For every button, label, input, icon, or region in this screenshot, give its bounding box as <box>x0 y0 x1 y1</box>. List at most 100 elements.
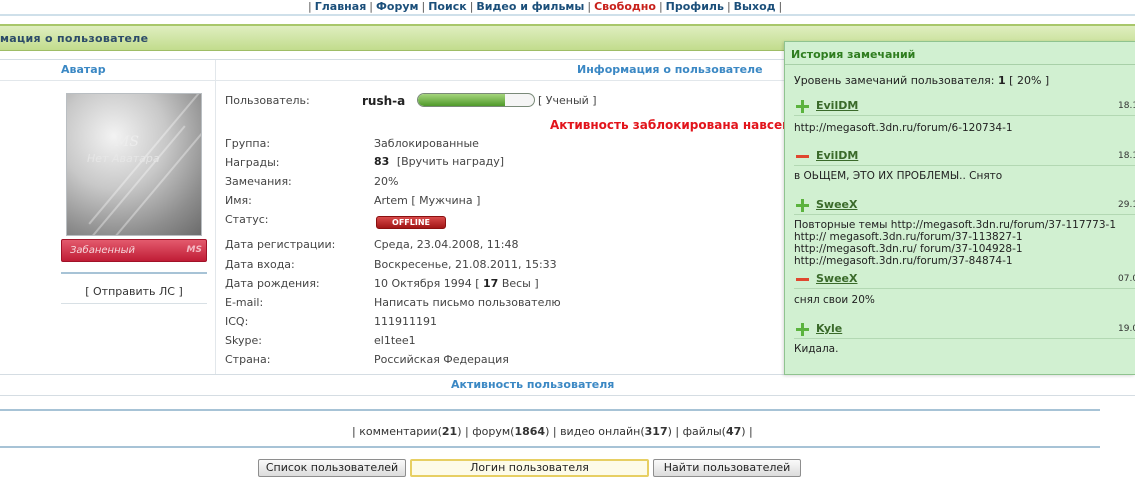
warnings-value[interactable]: 20% <box>374 175 398 188</box>
nav-logout[interactable]: Выход <box>734 0 776 13</box>
top-navigation: | Главная | Форум | Поиск | Видео и филь… <box>0 0 1135 16</box>
stat-video[interactable]: видео онлайн(317) <box>560 425 672 438</box>
nav-separator: | <box>778 0 783 13</box>
nav-profile[interactable]: Профиль <box>666 0 724 13</box>
avatar-column: Аватар MS Нет Аватара Забаненный MS [ От… <box>0 60 216 375</box>
warning-level-label: Уровень замечаний пользователя: <box>794 74 995 87</box>
warning-level: Уровень замечаний пользователя: 1 [ 20% … <box>794 74 1049 87</box>
warning-text: в ОЬЩЕМ, ЭТО ИХ ПРОБЛЕМЫ.. Снято <box>794 170 1003 182</box>
stat-files-count: 47 <box>725 425 742 438</box>
email-link[interactable]: Написать письмо пользователю <box>374 296 561 309</box>
birth-label: Дата рождения: <box>225 277 320 290</box>
find-users-button[interactable]: Найти пользователей <box>653 459 801 477</box>
birth-value: 10 Октября 1994 [ 17 Весы ] <box>374 277 539 290</box>
warning-entry: Kyle 19.06.201 <box>794 321 1135 339</box>
warning-entry: EvilDM 18.12.200 <box>794 98 1135 116</box>
avatar-decoration <box>108 105 201 235</box>
stat-forum-count: 1864 <box>514 425 546 438</box>
user-list-button[interactable]: Список пользователей <box>258 459 406 477</box>
minus-icon <box>796 155 809 158</box>
rank-progress-bar <box>417 93 535 107</box>
stat-files-label: файлы <box>682 425 722 438</box>
activity-bar <box>0 446 1100 448</box>
nav-search[interactable]: Поиск <box>428 0 466 13</box>
warning-text: Кидала. <box>794 343 839 355</box>
plus-icon <box>796 199 809 212</box>
awards-label: Награды: <box>225 156 280 169</box>
stat-separator: | <box>749 425 753 438</box>
registration-label: Дата регистрации: <box>225 238 336 251</box>
awards-count: 83 <box>374 155 390 168</box>
stat-separator: | <box>552 425 557 438</box>
warning-date: 07.06.201 <box>1118 274 1135 284</box>
popup-title: История замечаний <box>791 48 916 61</box>
stat-separator: | <box>352 425 356 438</box>
warning-entry: EvilDM 18.12.200 <box>794 148 1135 166</box>
group-label: Группа: <box>225 137 271 150</box>
rank-label: [ Ученый ] <box>538 94 597 107</box>
warning-entry: SweeX 07.06.201 <box>794 271 1135 289</box>
rank-progress-fill <box>418 94 505 106</box>
group-value: Заблокированные <box>374 137 479 150</box>
warning-date: 19.06.201 <box>1118 324 1135 334</box>
nav-free[interactable]: Свободно <box>594 0 656 13</box>
avatar-divider <box>61 272 207 274</box>
stat-forum[interactable]: форум(1864) <box>472 425 549 438</box>
give-award-link[interactable]: [Вручить награду] <box>397 155 504 168</box>
nav-video[interactable]: Видео и фильмы <box>476 0 584 13</box>
activity-heading: Активность пользователя <box>451 378 615 391</box>
warnings-history-popup: История замечаний Уровень замечаний поль… <box>784 41 1135 375</box>
warning-author[interactable]: SweeX <box>816 198 858 211</box>
birth-date: 10 Октября 1994 <box>374 277 472 290</box>
stat-separator: | <box>464 425 469 438</box>
nav-separator: | <box>726 0 731 13</box>
page-title: мация о пользователе <box>0 32 149 45</box>
warning-author[interactable]: SweeX <box>816 272 858 285</box>
login-label: Дата входа: <box>225 258 295 271</box>
nav-separator: | <box>658 0 663 13</box>
nav-separator: | <box>587 0 592 13</box>
nav-separator: | <box>369 0 373 13</box>
icq-value: 111911191 <box>374 315 437 328</box>
stat-video-count: 317 <box>644 425 668 438</box>
username-label: Пользователь: <box>225 94 310 107</box>
nav-separator: | <box>308 0 312 13</box>
warning-text: Повторные темы http://megasoft.3dn.ru/fo… <box>794 219 1117 267</box>
warning-author[interactable]: EvilDM <box>816 149 858 162</box>
activity-bar <box>0 409 1100 411</box>
age: 17 <box>483 277 499 290</box>
warning-date: 18.12.200 <box>1118 151 1135 161</box>
send-pm-divider <box>61 303 207 304</box>
stat-video-label: видео онлайн <box>560 425 641 438</box>
stat-comments-count: 21 <box>441 425 458 438</box>
user-login-input[interactable]: Логин пользователя <box>410 459 649 477</box>
name-value: Artem [ Мужчина ] <box>374 194 481 207</box>
warning-author[interactable]: EvilDM <box>816 99 858 112</box>
avatar: MS Нет Аватара <box>66 93 202 236</box>
nav-separator: | <box>469 0 474 13</box>
warning-date: 29.12.200 <box>1118 200 1135 210</box>
nav-home[interactable]: Главная <box>315 0 367 13</box>
country-value: Российская Федерация <box>374 353 509 366</box>
stat-comments[interactable]: комментарии(21) <box>359 425 461 438</box>
plus-icon <box>796 323 809 336</box>
warning-text: снял свои 20% <box>794 294 875 306</box>
name-label: Имя: <box>225 194 252 207</box>
stat-forum-label: форум <box>472 425 511 438</box>
blocked-message: Активность заблокирована навсегда! <box>550 118 812 132</box>
warning-author[interactable]: Kyle <box>816 322 842 335</box>
stat-files[interactable]: файлы(47) <box>683 425 746 438</box>
skype-label: Skype: <box>225 334 262 347</box>
warning-entry: SweeX 29.12.200 <box>794 197 1135 215</box>
send-pm-link[interactable]: [ Отправить ЛС ] <box>61 285 207 298</box>
icq-label: ICQ: <box>225 315 249 328</box>
activity-divider <box>0 395 1135 396</box>
nav-forum[interactable]: Форум <box>376 0 419 13</box>
email-label: E-mail: <box>225 296 264 309</box>
plus-icon <box>796 100 809 113</box>
status-badge: OFFLINE <box>376 216 446 229</box>
registration-date: Среда, 23.04.2008, 11:48 <box>374 238 519 251</box>
stat-comments-label: комментарии <box>359 425 438 438</box>
heading-divider <box>0 80 216 81</box>
awards-value: 83 [Вручить награду] <box>374 155 504 168</box>
